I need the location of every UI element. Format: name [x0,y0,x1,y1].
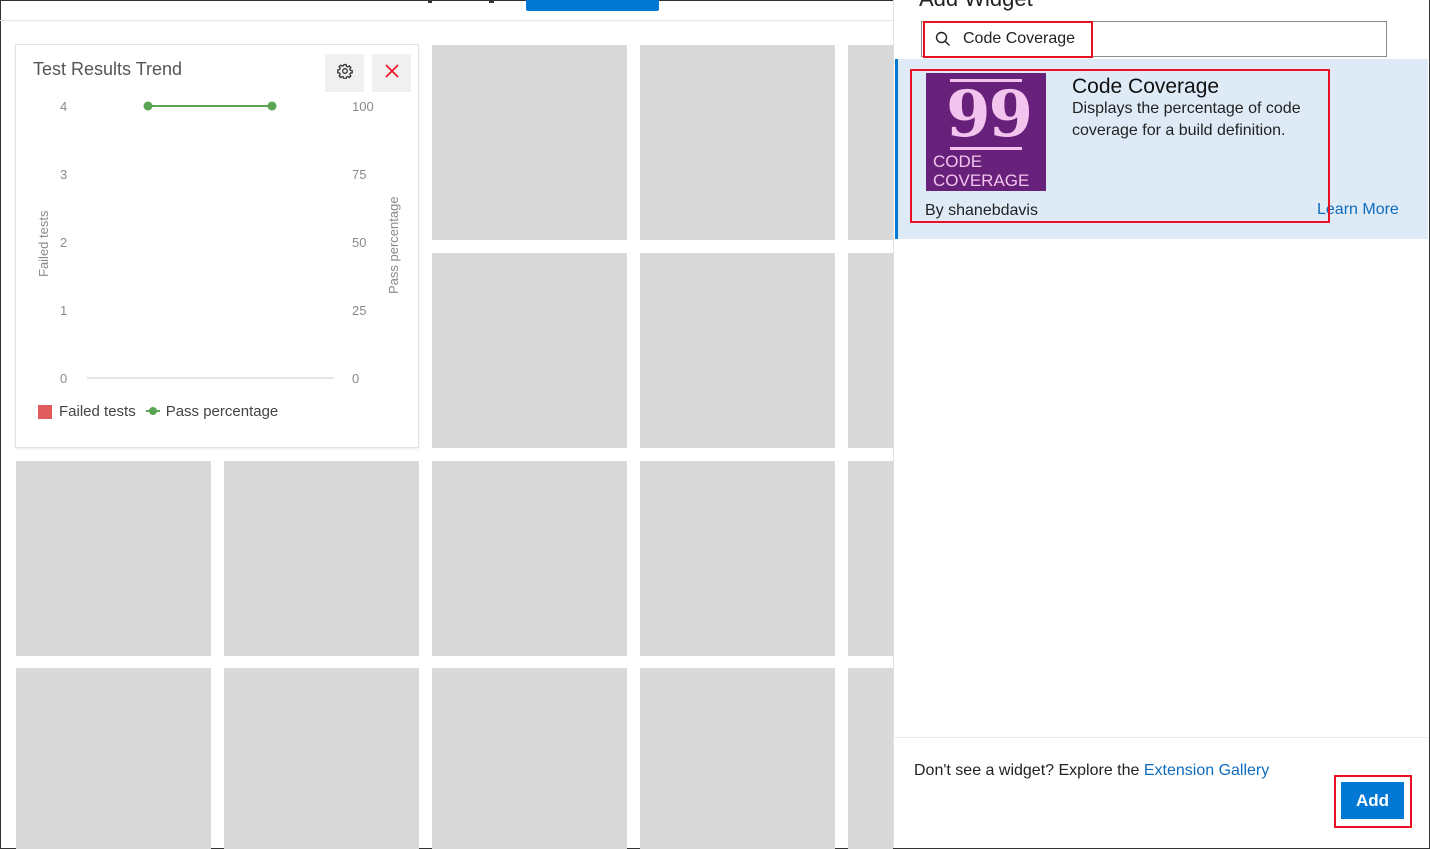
footer-text: Don't see a widget? Explore the Extensio… [914,762,1270,779]
right-tick-label: 25 [352,303,366,318]
right-axis-label: Pass percentage [386,196,401,294]
empty-tile[interactable] [432,253,627,448]
empty-tile[interactable] [432,668,627,849]
left-tick-label: 0 [60,371,67,386]
empty-tile[interactable] [432,45,627,240]
footer-divider [894,737,1429,738]
left-axis-label: Failed tests [36,210,51,277]
legend-item-pass[interactable]: Pass percentage [145,403,279,420]
empty-tile[interactable] [848,461,893,656]
left-tick-label: 1 [60,303,67,318]
highlight-box-result [910,69,1330,223]
pass-percentage-point[interactable] [267,101,277,111]
legend-label: Failed tests [59,403,136,420]
highlight-box-search [923,21,1093,58]
right-tick-label: 100 [352,99,374,114]
test-results-trend-widget[interactable]: Test Results Trend 43210 100 75 50 25 0 Fail… [16,45,418,447]
pass-percentage-point[interactable] [143,101,153,111]
empty-tile[interactable] [848,45,893,240]
highlight-box-add [1334,775,1412,828]
left-tick-label: 2 [60,235,67,250]
top-primary-button[interactable] [526,0,659,11]
empty-tile[interactable] [224,668,419,849]
chart-legend: Failed tests Pass percentage [38,403,288,420]
empty-tile[interactable] [640,45,835,240]
legend-label: Pass percentage [165,403,279,420]
left-tick-label: 4 [60,99,67,114]
legend-swatch-failed [38,404,52,419]
right-tick-label: 50 [352,235,366,250]
empty-tile[interactable] [16,461,211,656]
empty-tile[interactable] [16,668,211,849]
panel-title: Add Widget [919,0,1033,12]
legend-item-failed[interactable]: Failed tests [38,403,136,420]
right-tick-label: 75 [352,167,366,182]
extension-gallery-link[interactable]: Extension Gallery [1144,762,1269,779]
empty-tile[interactable] [432,461,627,656]
empty-tile[interactable] [640,668,835,849]
empty-tile[interactable] [640,253,835,448]
legend-line-marker [145,403,160,420]
empty-tile[interactable] [224,461,419,656]
right-tick-label: 0 [352,371,359,386]
top-divider [0,20,893,21]
left-tick-label: 3 [60,167,67,182]
empty-tile[interactable] [640,461,835,656]
empty-tile[interactable] [848,668,893,849]
top-text-fragment [489,0,494,3]
trend-chart: 4 3 2 1 0 100 75 50 25 0 Failed tests Pass perce… [36,99,401,386]
empty-tile[interactable] [848,253,893,448]
top-text-fragment [428,0,432,3]
